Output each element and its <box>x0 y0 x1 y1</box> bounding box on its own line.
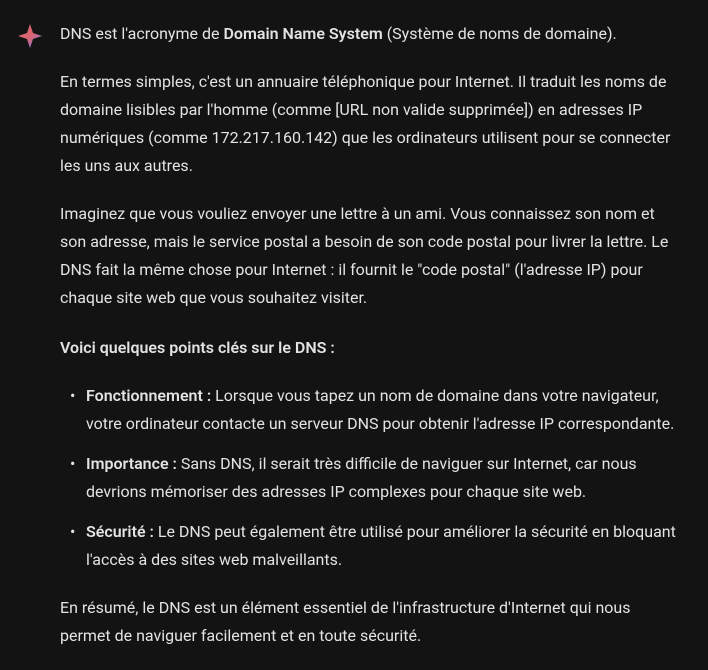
section-heading: Voici quelques points clés sur le DNS : <box>60 334 680 362</box>
paragraph-1: En termes simples, c'est un annuaire tél… <box>60 68 680 180</box>
intro-prefix: DNS est l'acronyme de <box>60 24 223 43</box>
sparkle-icon <box>16 22 44 50</box>
assistant-message: DNS est l'acronyme de Domain Name System… <box>16 20 692 650</box>
bullet-label: Importance : <box>86 454 177 473</box>
bullet-label: Fonctionnement : <box>86 386 211 405</box>
list-item: Fonctionnement : Lorsque vous tapez un n… <box>60 382 680 438</box>
intro-bold: Domain Name System <box>223 24 382 43</box>
assistant-avatar <box>16 22 44 50</box>
bullet-label: Sécurité : <box>86 522 154 541</box>
list-item: Sécurité : Le DNS peut également être ut… <box>60 518 680 574</box>
bullet-list: Fonctionnement : Lorsque vous tapez un n… <box>60 382 680 574</box>
paragraph-2: Imaginez que vous vouliez envoyer une le… <box>60 200 680 312</box>
intro-paragraph: DNS est l'acronyme de Domain Name System… <box>60 20 680 48</box>
message-content: DNS est l'acronyme de Domain Name System… <box>60 20 692 650</box>
bullet-text: Le DNS peut également être utilisé pour … <box>86 522 676 569</box>
intro-suffix: (Système de noms de domaine). <box>383 24 617 43</box>
list-item: Importance : Sans DNS, il serait très di… <box>60 450 680 506</box>
summary-paragraph: En résumé, le DNS est un élément essenti… <box>60 594 680 650</box>
